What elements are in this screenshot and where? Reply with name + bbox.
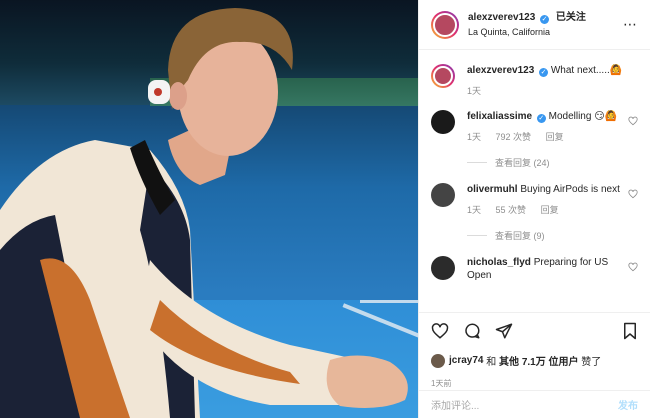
likes-unit[interactable]: 位用户 bbox=[549, 353, 579, 368]
athlete-figure bbox=[0, 8, 408, 418]
comment-item: olivermuhl Buying AirPods is next 1天 55 … bbox=[431, 183, 638, 217]
post-actions: jcray74 和 其他 7.1万 位用户 赞了 1天前 bbox=[419, 312, 650, 389]
likes-suffix: 赞了 bbox=[581, 357, 602, 368]
comment-item: felixaliassime ✓ Modelling 😏🙆 1天 792 次赞 … bbox=[431, 110, 638, 144]
view-replies[interactable]: 查看回复 (9) bbox=[467, 229, 638, 242]
commenter-username[interactable]: felixaliassime bbox=[467, 111, 532, 122]
comment-likes[interactable]: 55 次赞 bbox=[496, 205, 527, 215]
comment-input[interactable]: 添加评论... bbox=[431, 397, 618, 412]
add-comment-bar: 添加评论... 发布 bbox=[419, 390, 650, 418]
likes-others[interactable]: 其他 bbox=[499, 353, 519, 368]
caption-time[interactable]: 1天 bbox=[467, 86, 481, 96]
post-header: alexzverev123 ✓ 已关注 La Quinta, Californi… bbox=[419, 0, 650, 50]
caption: alexzverev123 ✓ What next.....🙆 1天 bbox=[431, 64, 638, 98]
caption-text: What next.....🙆 bbox=[550, 65, 623, 76]
likes-and: 和 bbox=[486, 357, 497, 368]
likes-summary: jcray74 和 其他 7.1万 位用户 赞了 bbox=[431, 353, 638, 368]
comment-time[interactable]: 1天 bbox=[467, 205, 481, 215]
view-replies-label: 查看回复 (24) bbox=[495, 158, 550, 168]
like-icon[interactable] bbox=[431, 322, 449, 340]
post-sidebar: alexzverev123 ✓ 已关注 La Quinta, Californi… bbox=[418, 0, 650, 418]
author-avatar[interactable] bbox=[431, 64, 455, 88]
comments-list: alexzverev123 ✓ What next.....🙆 1天 felix… bbox=[419, 50, 650, 312]
heart-icon[interactable] bbox=[628, 116, 638, 126]
commenter-avatar[interactable] bbox=[431, 256, 455, 280]
heart-icon[interactable] bbox=[628, 189, 638, 199]
comment-text: Buying AirPods is next bbox=[520, 184, 620, 195]
verified-icon: ✓ bbox=[536, 114, 546, 123]
instagram-post: alexzverev123 ✓ 已关注 La Quinta, Californi… bbox=[0, 0, 650, 418]
more-icon[interactable]: ⋯ bbox=[623, 16, 638, 33]
share-icon[interactable] bbox=[495, 322, 513, 340]
author-username[interactable]: alexzverev123 bbox=[468, 12, 535, 23]
comment-time[interactable]: 1天 bbox=[467, 132, 481, 142]
follow-status[interactable]: 已关注 bbox=[556, 12, 586, 23]
author-info: alexzverev123 ✓ 已关注 La Quinta, Californi… bbox=[468, 11, 623, 39]
post-comment-button[interactable]: 发布 bbox=[618, 397, 638, 412]
commenter-username[interactable]: olivermuhl bbox=[467, 184, 518, 195]
reply-button[interactable]: 回复 bbox=[541, 205, 559, 215]
view-replies[interactable]: 查看回复 (24) bbox=[467, 156, 638, 169]
commenter-avatar[interactable] bbox=[431, 183, 455, 207]
liker-username[interactable]: jcray74 bbox=[449, 355, 483, 366]
comment-likes[interactable]: 792 次赞 bbox=[496, 132, 532, 142]
verified-icon: ✓ bbox=[539, 68, 549, 77]
view-replies-label: 查看回复 (9) bbox=[495, 231, 545, 241]
author-avatar[interactable] bbox=[431, 10, 459, 39]
liker-avatar[interactable] bbox=[431, 353, 445, 368]
verified-icon: ✓ bbox=[540, 14, 550, 24]
post-timestamp[interactable]: 1天前 bbox=[431, 378, 638, 389]
comment-text: Modelling 😏🙆 bbox=[548, 111, 618, 122]
likes-count[interactable]: 7.1万 bbox=[522, 353, 546, 368]
commenter-avatar[interactable] bbox=[431, 110, 455, 134]
reply-button[interactable]: 回复 bbox=[546, 132, 564, 142]
bookmark-icon[interactable] bbox=[622, 322, 638, 340]
heart-icon[interactable] bbox=[628, 262, 638, 272]
location-link[interactable]: La Quinta, California bbox=[468, 25, 623, 39]
caption-username[interactable]: alexzverev123 bbox=[467, 65, 534, 76]
comment-icon[interactable] bbox=[463, 322, 481, 340]
comment-item: nicholas_flyd Preparing for US Open bbox=[431, 256, 638, 282]
commenter-username[interactable]: nicholas_flyd bbox=[467, 257, 531, 268]
post-photo[interactable] bbox=[0, 0, 418, 418]
